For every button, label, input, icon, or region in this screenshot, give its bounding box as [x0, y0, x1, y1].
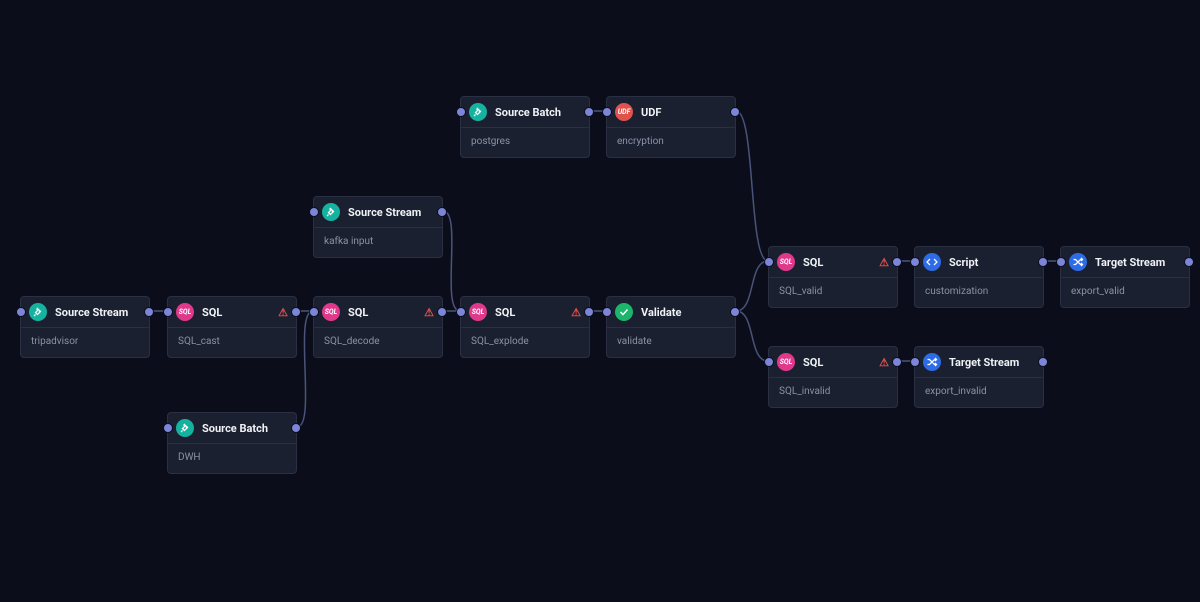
source-icon [469, 103, 487, 121]
output-port[interactable] [1184, 257, 1194, 267]
node-title: Source Stream [348, 206, 434, 219]
edge-n3-n4 [297, 311, 313, 427]
node-subtitle: tripadvisor [21, 327, 149, 357]
node-n2[interactable]: SQL SQL ⚠ SQL_cast [167, 296, 297, 358]
node-title: SQL [803, 356, 871, 369]
node-subtitle: export_valid [1061, 277, 1189, 307]
warning-icon: ⚠ [424, 306, 434, 319]
source-icon [176, 419, 194, 437]
node-n5[interactable]: Source Stream kafka input [313, 196, 443, 258]
node-n4[interactable]: SQL SQL ⚠ SQL_decode [313, 296, 443, 358]
warning-icon: ⚠ [278, 306, 288, 319]
node-subtitle: SQL_valid [769, 277, 897, 307]
node-subtitle: export_invalid [915, 377, 1043, 407]
node-n14[interactable]: Target Stream export_valid [1060, 246, 1190, 308]
node-subtitle: DWH [168, 443, 296, 473]
node-title: Source Stream [55, 306, 141, 319]
node-n3[interactable]: Source Batch DWH [167, 412, 297, 474]
node-n1[interactable]: Source Stream tripadvisor [20, 296, 150, 358]
node-subtitle: customization [915, 277, 1043, 307]
output-port[interactable] [730, 307, 740, 317]
node-n12[interactable]: Script customization [914, 246, 1044, 308]
output-port[interactable] [1038, 357, 1048, 367]
input-port[interactable] [764, 257, 774, 267]
input-port[interactable] [456, 107, 466, 117]
node-title: UDF [641, 106, 727, 119]
warning-icon: ⚠ [571, 306, 581, 319]
warning-icon: ⚠ [879, 256, 889, 269]
input-port[interactable] [163, 423, 173, 433]
pipeline-canvas[interactable]: Source StreamtripadvisorSQLSQL⚠SQL_castS… [0, 0, 1200, 602]
output-port[interactable] [584, 307, 594, 317]
input-port[interactable] [602, 107, 612, 117]
sql-icon: SQL [777, 253, 795, 271]
source-icon [29, 303, 47, 321]
input-port[interactable] [456, 307, 466, 317]
udf-icon: UDF [615, 103, 633, 121]
node-title: Validate [641, 306, 727, 319]
output-port[interactable] [291, 423, 301, 433]
node-n8[interactable]: Validate validate [606, 296, 736, 358]
edge-n9-n10 [736, 111, 768, 261]
node-n9[interactable]: UDF UDF encryption [606, 96, 736, 158]
node-subtitle: encryption [607, 127, 735, 157]
node-n6[interactable]: SQL SQL ⚠ SQL_explode [460, 296, 590, 358]
target-icon [1069, 253, 1087, 271]
source-icon [322, 203, 340, 221]
node-n13[interactable]: Target Stream export_invalid [914, 346, 1044, 408]
node-title: SQL [348, 306, 416, 319]
node-subtitle: kafka input [314, 227, 442, 257]
edge-n8-n11 [736, 311, 768, 361]
input-port[interactable] [309, 207, 319, 217]
sql-icon: SQL [322, 303, 340, 321]
node-subtitle: postgres [461, 127, 589, 157]
node-title: Target Stream [949, 356, 1035, 369]
node-subtitle: SQL_cast [168, 327, 296, 357]
validate-icon [615, 303, 633, 321]
input-port[interactable] [602, 307, 612, 317]
edge-n8-n10 [736, 261, 768, 311]
script-icon [923, 253, 941, 271]
node-title: SQL [495, 306, 563, 319]
input-port[interactable] [163, 307, 173, 317]
target-icon [923, 353, 941, 371]
input-port[interactable] [764, 357, 774, 367]
node-n11[interactable]: SQL SQL ⚠ SQL_invalid [768, 346, 898, 408]
output-port[interactable] [892, 357, 902, 367]
output-port[interactable] [584, 107, 594, 117]
input-port[interactable] [910, 357, 920, 367]
input-port[interactable] [309, 307, 319, 317]
input-port[interactable] [16, 307, 26, 317]
node-title: Script [949, 256, 1035, 269]
node-title: Source Batch [202, 422, 288, 435]
sql-icon: SQL [469, 303, 487, 321]
output-port[interactable] [892, 257, 902, 267]
output-port[interactable] [437, 307, 447, 317]
input-port[interactable] [1056, 257, 1066, 267]
sql-icon: SQL [176, 303, 194, 321]
node-title: SQL [202, 306, 270, 319]
output-port[interactable] [1038, 257, 1048, 267]
edge-n5-n6 [443, 211, 460, 311]
input-port[interactable] [910, 257, 920, 267]
output-port[interactable] [437, 207, 447, 217]
node-subtitle: validate [607, 327, 735, 357]
node-subtitle: SQL_invalid [769, 377, 897, 407]
node-title: SQL [803, 256, 871, 269]
node-title: Target Stream [1095, 256, 1181, 269]
output-port[interactable] [291, 307, 301, 317]
output-port[interactable] [730, 107, 740, 117]
node-subtitle: SQL_explode [461, 327, 589, 357]
output-port[interactable] [144, 307, 154, 317]
node-n7[interactable]: Source Batch postgres [460, 96, 590, 158]
node-subtitle: SQL_decode [314, 327, 442, 357]
sql-icon: SQL [777, 353, 795, 371]
node-n10[interactable]: SQL SQL ⚠ SQL_valid [768, 246, 898, 308]
warning-icon: ⚠ [879, 356, 889, 369]
node-title: Source Batch [495, 106, 581, 119]
